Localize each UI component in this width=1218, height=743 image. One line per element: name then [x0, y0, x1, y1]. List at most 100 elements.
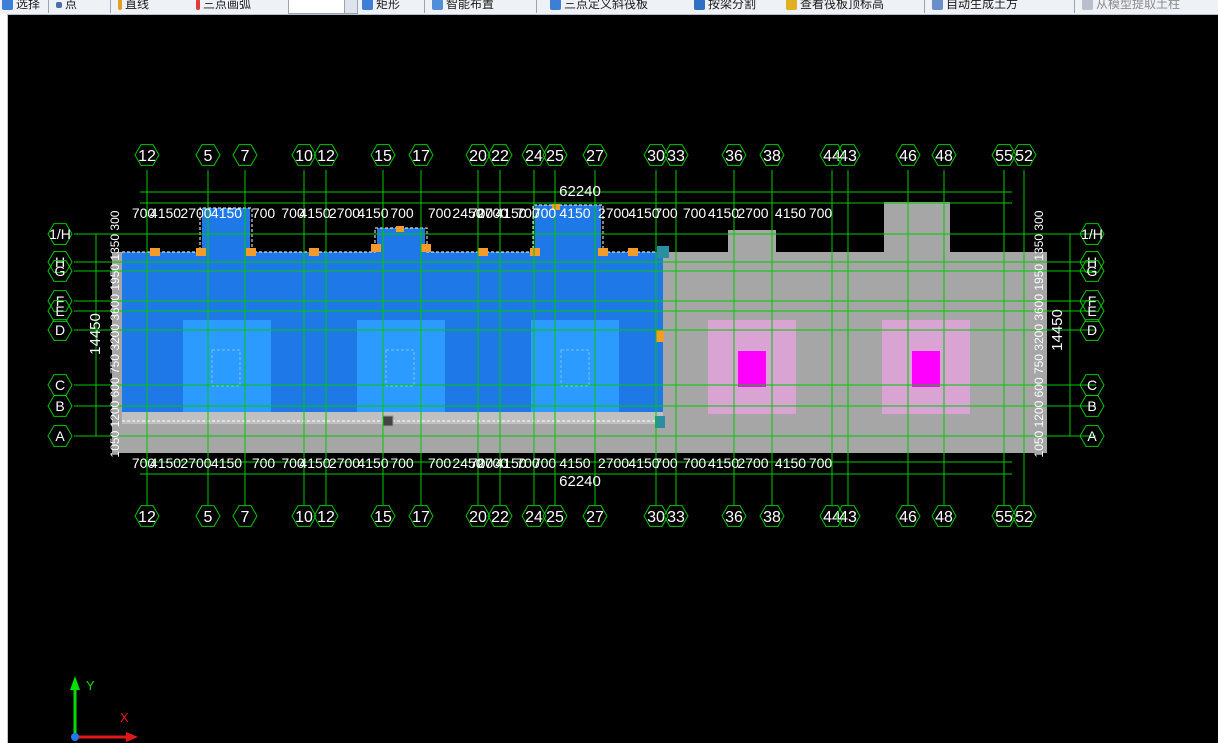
- tool-slope-raft-label: 三点定义斜筏板: [564, 0, 649, 11]
- axis-label: 17: [412, 148, 430, 165]
- raft-pit: [357, 320, 445, 412]
- segment-dim: 2700: [737, 205, 768, 221]
- axis-label: 12: [317, 148, 335, 165]
- axis-label: B: [55, 398, 64, 414]
- segment-dim: 4150: [150, 455, 181, 471]
- segment-dim: 4150: [559, 455, 590, 471]
- tool-arc-label: 三点画弧: [203, 0, 252, 11]
- tool-split-by-beam[interactable]: 按梁分割: [694, 0, 756, 13]
- axis-label: 25: [546, 509, 564, 526]
- axis-label: 27: [586, 148, 604, 165]
- side-dims-right: 1050 1200 600 750 3200 3600 1950 1350 30…: [1032, 210, 1046, 457]
- tool-select[interactable]: 选择: [2, 0, 40, 13]
- sump-pit: [738, 351, 766, 387]
- tool-split-by-beam-label: 按梁分割: [708, 0, 757, 11]
- slope-raft-icon: [550, 0, 561, 10]
- segment-dim: 700: [533, 455, 557, 471]
- segment-dim: 4150: [357, 455, 388, 471]
- axis-label: C: [1087, 377, 1097, 393]
- toolbar-separator: [110, 0, 111, 13]
- view-elevation-icon: [786, 0, 797, 10]
- segment-dim: 4150: [775, 455, 806, 471]
- column-marker: [382, 415, 394, 427]
- segment-dim: 700: [252, 455, 276, 471]
- segment-dim: 700: [390, 205, 414, 221]
- tool-smart-layout[interactable]: 智能布置: [432, 0, 494, 13]
- select-arrow-icon: [2, 0, 13, 10]
- axis-label: 5: [204, 148, 213, 165]
- segment-dim: 2700: [737, 455, 768, 471]
- tool-auto-earthwork[interactable]: 自动生成土方: [932, 0, 1018, 13]
- tool-line[interactable]: 直线: [118, 0, 149, 13]
- axis-label: E: [1087, 303, 1096, 319]
- toolbar-separator: [536, 0, 537, 13]
- tool-rectangle[interactable]: 矩形: [362, 0, 400, 13]
- segment-dim: 4150: [559, 205, 590, 221]
- axis-label: 20: [469, 509, 487, 526]
- axis-label: 36: [725, 509, 743, 526]
- segment-dim: 2700: [598, 455, 629, 471]
- toolbar-separator: [924, 0, 925, 13]
- axis-label: 17: [412, 509, 430, 526]
- axis-label: 24: [525, 509, 543, 526]
- chevron-down-icon: [344, 0, 357, 13]
- axis-label: 48: [935, 509, 953, 526]
- ucs-icon: Y X: [70, 676, 138, 742]
- axis-label: 38: [763, 509, 781, 526]
- tool-arc[interactable]: 三点画弧: [196, 0, 251, 13]
- extract-column-icon: [1082, 0, 1093, 10]
- axis-label: 46: [899, 148, 917, 165]
- segment-dim: 700: [654, 205, 678, 221]
- axis-label: 12: [317, 509, 335, 526]
- segment-dim: 700: [683, 205, 707, 221]
- axis-label: 10: [295, 509, 313, 526]
- drawing-toolbar: 选择 点 直线 三点画弧 矩形 智能布置 三点定义斜筏板 按梁分割 查看筏板顶标…: [0, 0, 1218, 15]
- segment-dim: 4150: [299, 455, 330, 471]
- segment-dim: 700: [533, 205, 557, 221]
- axis-label: C: [55, 377, 65, 393]
- axis-label: 38: [763, 148, 781, 165]
- axis-label: 55: [995, 148, 1013, 165]
- axis-label: 24: [525, 148, 543, 165]
- axis-label: 43: [839, 148, 857, 165]
- segment-dim: 4150: [211, 205, 242, 221]
- tool-view-elevation[interactable]: 查看筏板顶标高: [786, 0, 884, 13]
- axis-label: 15: [374, 509, 392, 526]
- axis-label: 55: [995, 509, 1013, 526]
- axis-label: 48: [935, 148, 953, 165]
- side-dims-left: 1050 1200 600 750 3200 3600 1950 1350 30…: [108, 210, 122, 457]
- depth-dim-left: 14450: [87, 313, 104, 355]
- segment-dim: 4150: [708, 455, 739, 471]
- total-width-dim-bottom: 62240: [559, 473, 601, 490]
- axis-label: 1/H: [1081, 226, 1103, 242]
- tool-rectangle-label: 矩形: [376, 0, 401, 11]
- segment-dim: 700: [390, 455, 414, 471]
- segment-dim: 4150: [775, 205, 806, 221]
- axis-label: G: [1087, 263, 1098, 279]
- tool-select-label: 选择: [16, 0, 41, 11]
- building-geometry: [112, 202, 1047, 453]
- split-by-beam-icon: [694, 0, 705, 10]
- segment-dim: 700: [683, 455, 707, 471]
- ucs-x-label: X: [120, 710, 129, 725]
- tool-view-elevation-label: 查看筏板顶标高: [800, 0, 885, 11]
- axis-label: 10: [295, 148, 313, 165]
- axis-label: 25: [546, 148, 564, 165]
- axis-label: 20: [469, 148, 487, 165]
- tool-point[interactable]: 点: [56, 0, 77, 13]
- axis-label: B: [1087, 398, 1096, 414]
- tool-slope-raft[interactable]: 三点定义斜筏板: [550, 0, 648, 13]
- arc-mode-combo[interactable]: [288, 0, 358, 14]
- axis-label: 30: [647, 509, 665, 526]
- segment-dim: 700: [428, 205, 452, 221]
- segment-dim: 2700: [329, 205, 360, 221]
- column-marker: [657, 246, 669, 258]
- axis-label: 27: [586, 509, 604, 526]
- axis-label: 30: [647, 148, 665, 165]
- axis-label: 15: [374, 148, 392, 165]
- tool-smart-layout-label: 智能布置: [446, 0, 495, 11]
- tool-extract-column[interactable]: 从模型提取土柱: [1082, 0, 1180, 13]
- slab-bump: [884, 202, 950, 254]
- cad-drawing-canvas[interactable]: 1212557710101212151517172020222224242525…: [0, 14, 1218, 743]
- segment-dim: 4150: [299, 205, 330, 221]
